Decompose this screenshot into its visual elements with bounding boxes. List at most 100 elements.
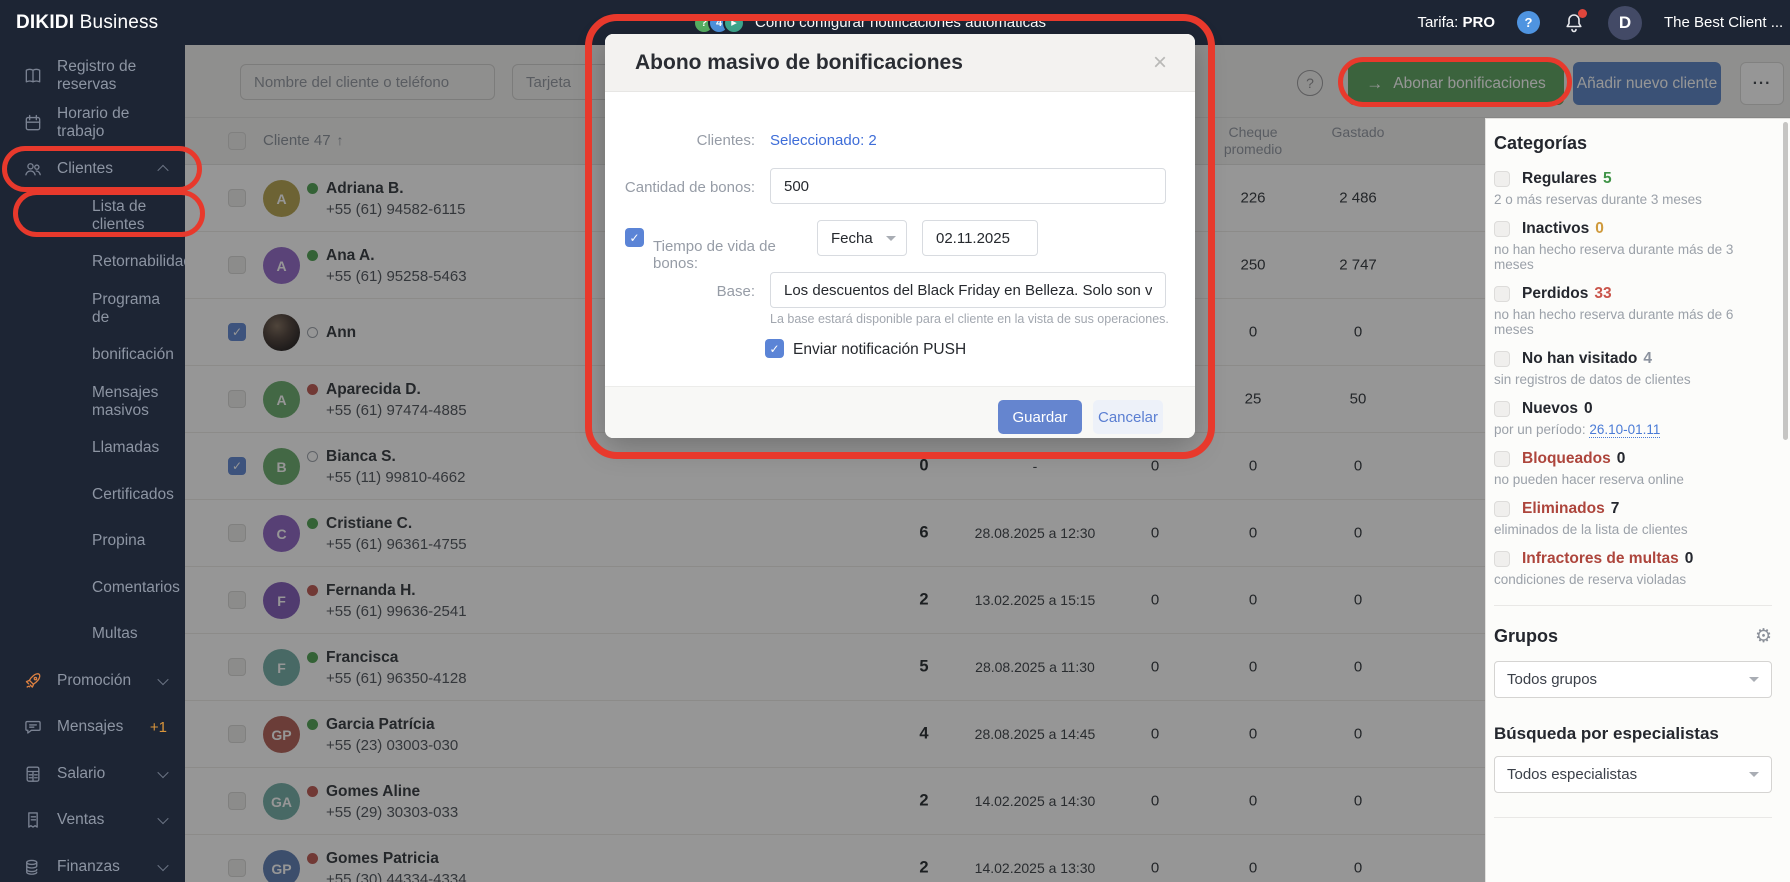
- sidebar-item[interactable]: bonificación: [0, 332, 185, 379]
- sidebar-item[interactable]: Promoción: [0, 658, 185, 705]
- category-toggle[interactable]: Bloqueados 0: [1494, 450, 1772, 468]
- specialists-select[interactable]: Todos especialistas: [1494, 756, 1772, 793]
- sidebar-nav: Registro de reservas Horario de trabajo …: [0, 45, 185, 882]
- category-label: No han visitado: [1522, 350, 1637, 368]
- category-checkbox[interactable]: [1494, 171, 1510, 187]
- lifetime-date-input[interactable]: [922, 220, 1038, 256]
- category-item: Inactivos 0 no han hecho reserva durante…: [1494, 220, 1772, 272]
- banner-avatars: ? 4 ▸: [700, 12, 745, 34]
- category-label: Perdidos: [1522, 285, 1588, 303]
- sidebar-item-label: Llamadas: [92, 439, 159, 457]
- category-count: 4: [1643, 350, 1652, 368]
- sidebar-item[interactable]: Lista de clientes: [0, 193, 185, 240]
- sidebar-item[interactable]: Mensajes +1: [0, 704, 185, 751]
- notifications-bell-icon[interactable]: [1562, 11, 1586, 35]
- category-item: No han visitado 4 sin registros de datos…: [1494, 350, 1772, 387]
- category-count: 0: [1617, 450, 1626, 468]
- sidebar-item[interactable]: Mensajes masivos: [0, 379, 185, 426]
- category-label: Regulares: [1522, 170, 1597, 188]
- category-label: Inactivos: [1522, 220, 1589, 238]
- category-toggle[interactable]: Nuevos 0: [1494, 400, 1772, 418]
- period-link[interactable]: 26.10-01.11: [1589, 422, 1660, 438]
- push-checkbox[interactable]: [765, 339, 784, 358]
- category-count: 0: [1595, 220, 1604, 238]
- modal-footer: Guardar Cancelar: [605, 386, 1195, 438]
- sidebar-item[interactable]: Certificados: [0, 472, 185, 519]
- groups-select[interactable]: Todos grupos: [1494, 661, 1772, 698]
- sidebar-item-label: Horario de trabajo: [57, 105, 167, 141]
- sidebar-item[interactable]: Finanzas: [0, 844, 185, 882]
- sidebar-item-label: Programa de: [92, 291, 167, 327]
- save-button[interactable]: Guardar: [998, 400, 1082, 434]
- specialists-select-value: Todos especialistas: [1507, 766, 1637, 783]
- category-checkbox[interactable]: [1494, 501, 1510, 517]
- finance-icon: [22, 856, 44, 878]
- category-checkbox[interactable]: [1494, 351, 1510, 367]
- filters-panel: Categorías Regulares 5 2 o más reservas …: [1485, 118, 1790, 882]
- category-count: 33: [1594, 285, 1611, 303]
- sidebar-item-label: bonificación: [92, 346, 174, 364]
- category-toggle[interactable]: Regulares 5: [1494, 170, 1772, 188]
- sidebar-badge: +1: [150, 719, 167, 736]
- bonus-amount-label: Cantidad de bonos:: [605, 179, 755, 196]
- notification-badge: [1578, 9, 1587, 18]
- groups-select-value: Todos grupos: [1507, 671, 1597, 688]
- category-checkbox[interactable]: [1494, 451, 1510, 467]
- scrollbar-thumb[interactable]: [1783, 122, 1788, 440]
- category-checkbox[interactable]: [1494, 551, 1510, 567]
- category-checkbox[interactable]: [1494, 221, 1510, 237]
- sidebar-item-label: Ventas: [57, 811, 104, 829]
- bonus-amount-input[interactable]: [770, 168, 1166, 204]
- categories-heading: Categorías: [1494, 133, 1772, 154]
- category-toggle[interactable]: Perdidos 33: [1494, 285, 1772, 303]
- help-icon[interactable]: ?: [1517, 11, 1540, 34]
- category-toggle[interactable]: No han visitado 4: [1494, 350, 1772, 368]
- account-name[interactable]: The Best Client ...: [1664, 14, 1774, 31]
- sidebar-item-label: Multas: [92, 625, 138, 643]
- category-item: Eliminados 7 eliminados de la lista de c…: [1494, 500, 1772, 537]
- account-avatar[interactable]: D: [1608, 6, 1642, 40]
- category-item: Regulares 5 2 o más reservas durante 3 m…: [1494, 170, 1772, 207]
- modal-title: Abono masivo de bonificaciones: [635, 51, 963, 75]
- sidebar-item[interactable]: Salario: [0, 751, 185, 798]
- sidebar-item[interactable]: Ventas: [0, 797, 185, 844]
- banner-avatar-icon: ▸: [723, 12, 745, 34]
- sidebar-item[interactable]: Retornabilidad: [0, 239, 185, 286]
- close-icon[interactable]: ×: [1153, 51, 1167, 75]
- chevron-down-icon: [157, 860, 168, 871]
- sidebar-item-label: Retornabilidad: [92, 253, 185, 271]
- base-hint: La base estará disponible para el client…: [770, 312, 1169, 326]
- sidebar-item[interactable]: Clientes: [0, 146, 185, 193]
- category-checkbox[interactable]: [1494, 401, 1510, 417]
- gear-icon[interactable]: ⚙: [1755, 627, 1772, 646]
- dikidi-app: DIKIDI Business ? 4 ▸ Cómo configurar no…: [0, 0, 1790, 882]
- lifetime-type-select[interactable]: Fecha: [817, 220, 907, 256]
- category-toggle[interactable]: Eliminados 7: [1494, 500, 1772, 518]
- banner-link[interactable]: Cómo configurar notificaciones automátic…: [755, 14, 1046, 31]
- category-description: 2 o más reservas durante 3 meses: [1494, 192, 1772, 207]
- category-toggle[interactable]: Inactivos 0: [1494, 220, 1772, 238]
- selected-clients-link[interactable]: Seleccionado: 2: [770, 132, 877, 149]
- sidebar-item-label: Mensajes: [57, 718, 123, 736]
- sidebar-item[interactable]: Programa de: [0, 286, 185, 333]
- tariff-label: Tarifa: PRO: [1417, 14, 1495, 31]
- chevron-down-icon: [1749, 772, 1759, 777]
- sidebar-item[interactable]: Comentarios: [0, 565, 185, 612]
- category-item: Nuevos 0 por un período: 26.10-01.11: [1494, 400, 1772, 437]
- cancel-button[interactable]: Cancelar: [1093, 400, 1163, 434]
- sidebar-item[interactable]: Llamadas: [0, 425, 185, 472]
- app-logo: DIKIDI Business: [16, 12, 216, 34]
- sidebar-item[interactable]: Registro de reservas: [0, 53, 185, 100]
- sidebar-item[interactable]: Propina: [0, 518, 185, 565]
- lifetime-checkbox[interactable]: [625, 228, 644, 247]
- sidebar-item-label: Certificados: [92, 486, 174, 504]
- chevron-down-icon: [157, 813, 168, 824]
- topbar-right: Tarifa: PRO ? D The Best Client ...: [1417, 0, 1774, 45]
- sidebar-item[interactable]: Horario de trabajo: [0, 100, 185, 147]
- sidebar-item-label: Promoción: [57, 672, 131, 690]
- category-checkbox[interactable]: [1494, 286, 1510, 302]
- base-input[interactable]: [770, 272, 1166, 308]
- salary-icon: [22, 763, 44, 785]
- sidebar-item[interactable]: Multas: [0, 611, 185, 658]
- category-toggle[interactable]: Infractores de multas 0: [1494, 550, 1772, 568]
